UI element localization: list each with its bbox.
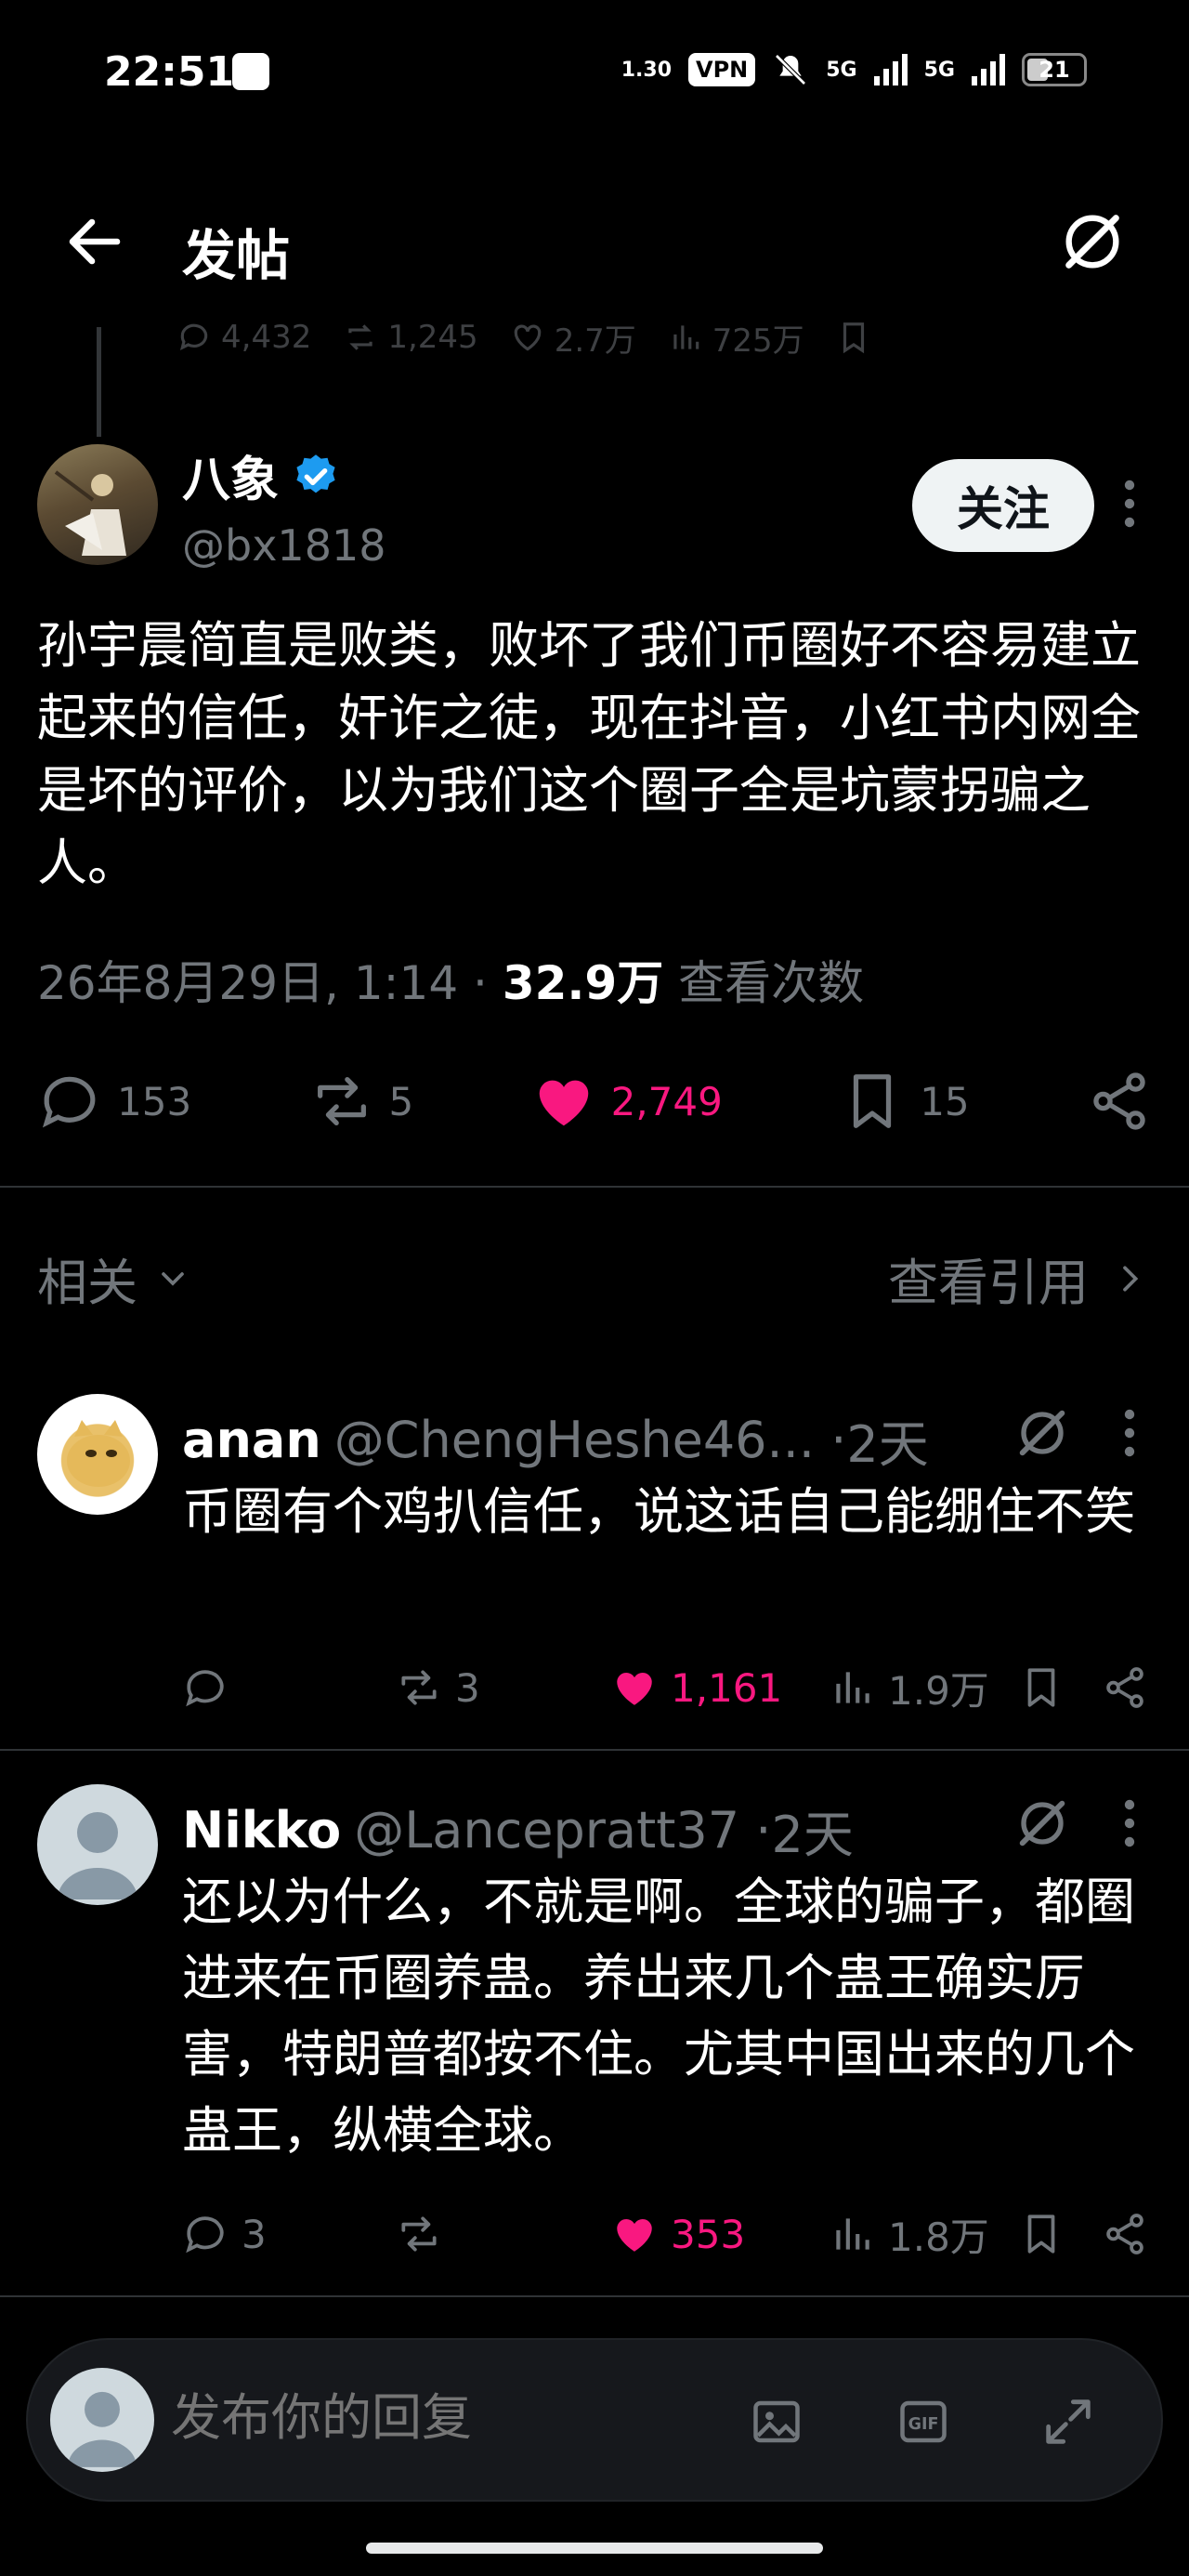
prev-reply-count[interactable]: 4,432 [176,319,311,356]
bookmark-icon[interactable] [1018,2211,1065,2257]
view-count-value: 1.9万 [888,1667,989,1714]
battery-level: 21 [1039,57,1070,83]
app-notification-icon [232,53,269,90]
share-icon[interactable] [1102,2211,1148,2257]
share-icon[interactable] [1102,1664,1148,1711]
author-name-row[interactable]: 八象 [182,440,340,510]
reply-input[interactable] [171,2388,691,2447]
prev-repost-count[interactable]: 1,245 [343,319,478,356]
gif-label: GIF [908,2415,939,2434]
status-bar: 22:51 1.30 VPN 5G 5G 21 [0,0,1189,149]
reply-avatar[interactable] [37,1784,158,1905]
battery-icon: 21 [1022,53,1087,86]
signal-bars-icon [873,54,908,85]
status-icons: 1.30 VPN 5G 5G 21 [621,46,1087,93]
reply-author-handle[interactable]: @Lancepratt37 [354,1801,739,1860]
user-avatar[interactable] [50,2368,154,2472]
view-count[interactable]: 1.8万 [829,2206,989,2263]
repost-button[interactable] [396,2211,455,2257]
more-options-icon[interactable] [1111,1795,1148,1851]
reply-author-name[interactable]: Nikko [182,1801,341,1860]
gif-icon[interactable]: GIF [895,2394,951,2450]
reply-header: anan @ChengHeshe46... · 2天 [182,1403,1000,1477]
vpn-badge: VPN [688,53,756,86]
back-arrow-icon[interactable] [61,208,128,275]
view-count[interactable]: 1.9万 [829,1660,989,1716]
grok-icon[interactable] [1057,206,1128,277]
previous-post-stats: 4,432 1,245 2.7万 725万 [176,314,1161,361]
signal-5g-icon: 5G [826,58,857,82]
author-handle[interactable]: @bx1818 [182,520,386,571]
like-button[interactable]: 2,749 [531,1069,723,1134]
like-count: 353 [671,2211,746,2257]
reply-button[interactable]: 153 [37,1069,191,1134]
home-indicator[interactable] [366,2543,823,2554]
related-label: 相关 [37,1254,137,1312]
follow-button[interactable]: 关注 [912,459,1094,552]
like-button[interactable]: 353 [611,2211,745,2257]
chevron-right-icon [1111,1260,1148,1297]
like-count: 2,749 [610,1078,723,1124]
mute-icon [772,51,809,88]
verified-badge-icon [292,452,340,500]
reply-author-handle[interactable]: @ChengHeshe46... [334,1411,815,1469]
reply-button[interactable]: 3 [182,2211,267,2257]
related-dropdown[interactable]: 相关 [37,1242,191,1315]
reply-text: 币圈有个鸡扒信任，说这话自己能绷住不笑 [182,1482,1135,1541]
reply-count: 3 [242,2211,267,2257]
repost-count: 3 [455,1664,480,1711]
reply-time: 2天 [771,1806,854,1864]
grok-icon[interactable] [1013,1794,1072,1853]
reply-header: Nikko @Lancepratt37 · 2天 [182,1794,1000,1867]
reply-count: 153 [117,1078,192,1124]
divider [0,1749,1189,1751]
reply-text: 还以为什么，不就是啊。全球的骗子，都圈进来在币圈养蛊。养出来几个蛊王确实厉害，特… [182,1873,1135,2160]
bookmark-icon[interactable] [1018,1664,1065,1711]
post-action-bar: 153 5 2,749 15 [37,1059,1152,1143]
signal-5g-icon-2: 5G [923,58,955,82]
divider [0,2295,1189,2297]
expand-icon[interactable] [1039,2392,1098,2451]
like-count: 1,161 [671,1664,783,1711]
page-title: 发帖 [182,224,291,287]
like-button[interactable]: 1,161 [611,1664,782,1711]
divider [0,1186,1189,1188]
image-icon[interactable] [749,2394,804,2450]
post-timestamp: 26年8月29日, 1:14 [37,956,459,1010]
view-quotes-label: 查看引用 [888,1254,1089,1312]
chevron-down-icon [154,1260,191,1297]
bookmark-count: 15 [920,1078,970,1124]
more-options-icon[interactable] [1111,1405,1148,1461]
author-name: 八象 [182,453,280,508]
reply-composer: GIF [26,2338,1163,2502]
bookmark-button[interactable]: 15 [840,1069,970,1134]
prev-view-count[interactable]: 725万 [668,315,804,361]
post-meta: 26年8月29日, 1:14 · 32.9万 查看次数 [37,956,865,1010]
post-view-label[interactable]: 查看次数 [678,956,864,1010]
signal-bars-icon-2 [972,54,1005,85]
author-avatar[interactable] [37,444,158,565]
prev-bookmark-icon[interactable] [836,320,871,355]
post-view-count: 32.9万 [502,956,664,1010]
more-options-icon[interactable] [1111,476,1148,532]
post-text: 孙宇晨简直是败类，败坏了我们币圈好不容易建立起来的信任，奸诈之徒，现在抖音，小红… [37,616,1141,892]
view-count-value: 1.8万 [888,2214,989,2260]
reply-action-bar: 3 1,161 1.9万 [182,1660,1157,1715]
top-app-bar: 发帖 [0,177,1189,307]
repost-count: 5 [388,1078,414,1124]
thread-connector-line [97,327,101,437]
network-speed: 1.30 [621,58,672,82]
reply-avatar[interactable] [37,1394,158,1515]
status-time: 22:51 [104,48,235,96]
share-icon[interactable] [1087,1069,1152,1134]
reply-action-bar: 3 353 1.8万 [182,2206,1157,2262]
reply-author-name[interactable]: anan [182,1411,321,1469]
repost-button[interactable]: 3 [396,1664,480,1711]
grok-icon[interactable] [1013,1403,1072,1463]
repost-button[interactable]: 5 [309,1069,414,1134]
reply-time: 2天 [846,1415,929,1474]
prev-like-count[interactable]: 2.7万 [510,315,636,361]
reply-button[interactable] [182,1664,242,1711]
view-quotes-link[interactable]: 查看引用 [888,1242,1148,1315]
